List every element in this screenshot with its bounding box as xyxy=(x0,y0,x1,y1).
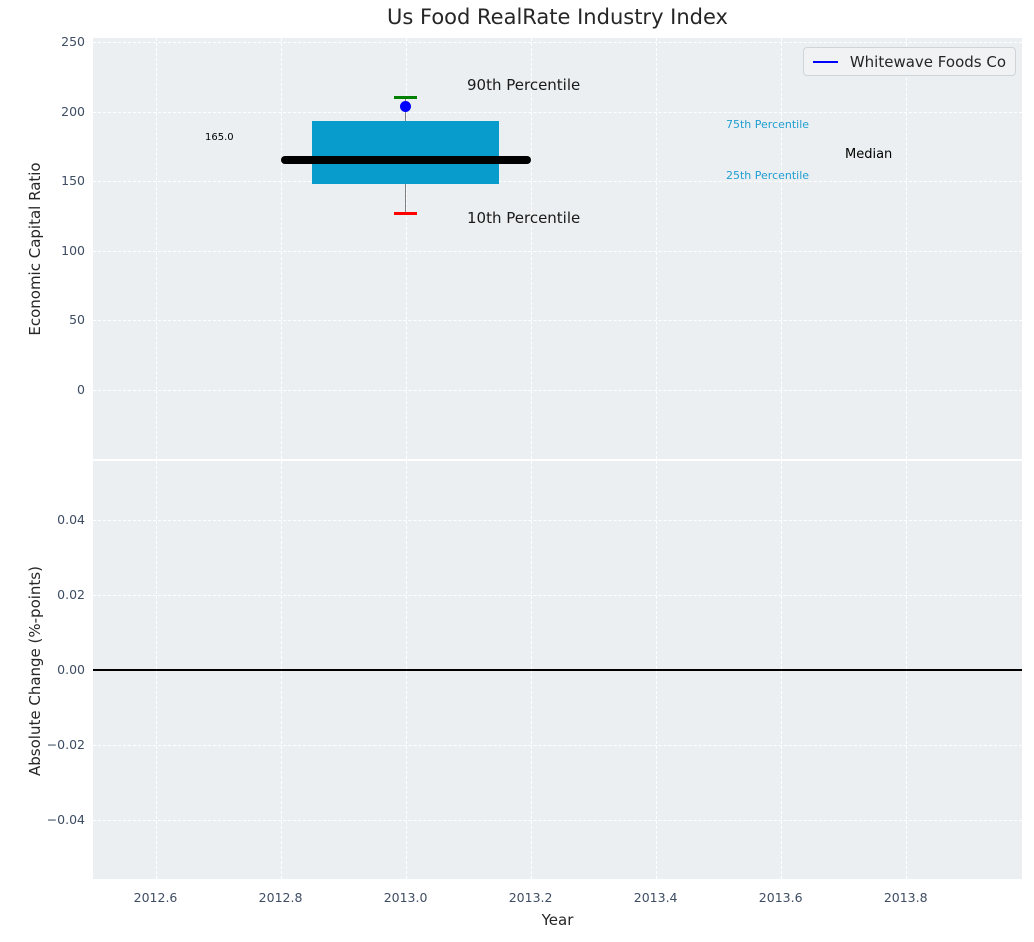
y-tick-label: 0.00 xyxy=(57,662,85,677)
x-tick-label: 2013.6 xyxy=(758,890,803,905)
x-tick-label: 2013.2 xyxy=(508,890,553,905)
company-data-point xyxy=(400,100,412,112)
gridline xyxy=(655,38,657,459)
gridline xyxy=(93,389,1022,391)
x-tick-label: 2013.4 xyxy=(633,890,678,905)
gridline xyxy=(93,250,1022,252)
p90-cap xyxy=(394,96,418,100)
chart-title: Us Food RealRate Industry Index xyxy=(387,5,728,29)
median-value-label: 165.0 xyxy=(205,132,234,143)
iqr-box xyxy=(311,121,500,184)
gridline xyxy=(93,745,1022,747)
p10-cap xyxy=(394,211,418,215)
p10-annotation: 10th Percentile xyxy=(467,209,581,227)
q75-annotation: 75th Percentile xyxy=(726,118,810,131)
p90-annotation: 90th Percentile xyxy=(467,76,581,94)
y-tick-label: −0.04 xyxy=(46,812,85,828)
legend-label: Whitewave Foods Co xyxy=(849,52,1006,71)
x-tick-label: 2012.6 xyxy=(133,890,178,905)
q25-annotation: 25th Percentile xyxy=(726,169,810,182)
x-axis-label: Year xyxy=(541,911,574,929)
y-tick-label: 250 xyxy=(61,34,85,50)
gridline xyxy=(93,42,1022,44)
gridline xyxy=(93,519,1022,521)
x-tick-label: 2013.0 xyxy=(383,890,428,905)
gridline xyxy=(93,594,1022,596)
gridline xyxy=(93,181,1022,183)
gridline xyxy=(155,38,157,459)
top-subplot xyxy=(93,38,1022,459)
gridline xyxy=(93,820,1022,822)
y-tick-label: 200 xyxy=(61,103,85,119)
gridline xyxy=(93,320,1022,322)
y-tick-label: 150 xyxy=(61,173,85,189)
y-tick-label: −0.02 xyxy=(46,737,85,753)
x-tick-label: 2013.8 xyxy=(883,890,928,905)
median-annotation: Median xyxy=(845,147,893,162)
gridline xyxy=(530,38,532,459)
figure: Us Food RealRate Industry Index Economic… xyxy=(0,0,1034,942)
legend-line-sample xyxy=(813,60,838,63)
y-tick-label: 0.04 xyxy=(57,511,85,527)
gridline xyxy=(280,38,282,459)
legend: Whitewave Foods Co xyxy=(803,47,1016,76)
y-tick-label: 100 xyxy=(61,242,85,258)
gridline xyxy=(905,38,907,459)
gridline xyxy=(93,111,1022,113)
zero-line xyxy=(93,669,1022,671)
x-tick-label: 2012.8 xyxy=(258,890,303,905)
gridline xyxy=(780,38,782,459)
y-tick-label: 50 xyxy=(69,312,85,328)
median-line xyxy=(280,156,531,165)
bottom-subplot xyxy=(93,461,1022,879)
y-tick-label: 0.02 xyxy=(57,586,85,602)
y-tick-label: 0 xyxy=(77,381,85,397)
